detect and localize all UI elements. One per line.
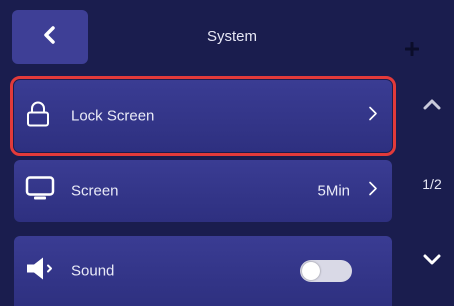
sound-toggle[interactable] — [300, 260, 352, 282]
sound-row[interactable]: Sound — [14, 236, 392, 306]
lock-screen-label: Lock Screen — [71, 107, 155, 125]
plus-icon[interactable] — [401, 38, 423, 60]
lock-screen-row[interactable]: Lock Screen — [10, 76, 396, 156]
chevron-down-icon — [423, 253, 441, 271]
page-indicator: 1/2 — [422, 176, 442, 192]
toggle-knob — [302, 262, 320, 280]
page-down-button[interactable] — [418, 252, 446, 272]
screen-timeout-value: 5Min — [317, 182, 350, 200]
screen-row[interactable]: Screen 5Min — [14, 160, 392, 222]
page-up-button[interactable] — [418, 96, 446, 116]
sound-label: Sound — [71, 262, 115, 280]
lock-icon — [25, 100, 51, 133]
page-title: System — [206, 28, 257, 45]
chevron-left-icon — [42, 25, 58, 50]
monitor-icon — [25, 176, 55, 207]
chevron-up-icon — [423, 97, 441, 115]
screen-label: Screen — [71, 182, 119, 200]
chevron-right-icon — [368, 106, 378, 127]
speaker-icon — [25, 256, 59, 287]
back-button[interactable] — [12, 10, 88, 64]
chevron-right-icon — [368, 181, 378, 202]
